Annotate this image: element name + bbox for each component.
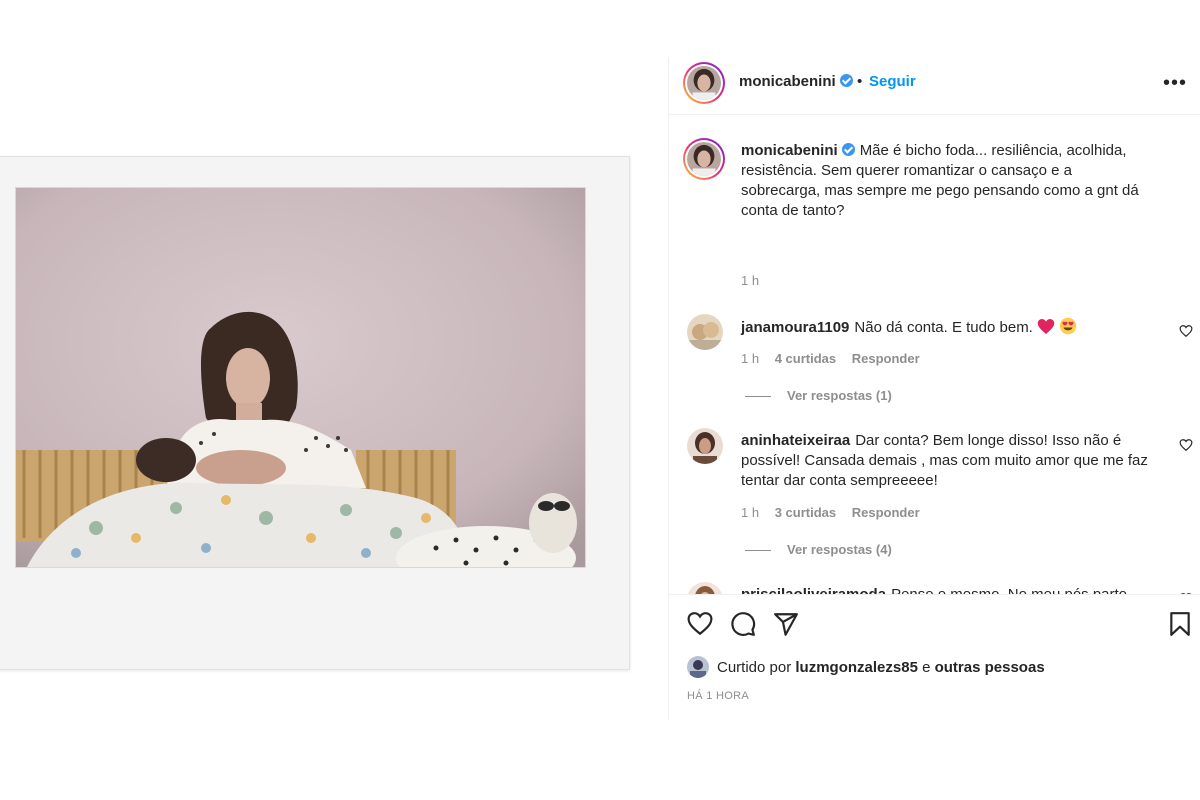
- more-icon[interactable]: •••: [1163, 73, 1187, 93]
- comment-time: 1 h: [741, 351, 760, 366]
- replies-line: [745, 550, 771, 552]
- comment-text: priscilaoliveiramodaPenso o mesmo. No me…: [741, 585, 1153, 594]
- follow-button[interactable]: Seguir: [869, 73, 916, 90]
- post-header: monicabenini • Seguir •••: [669, 57, 1200, 115]
- red-heart-emoji-icon: [1037, 319, 1055, 334]
- comment-body: Não dá conta. E tudo bem.: [854, 319, 1033, 336]
- reply-button[interactable]: Responder: [852, 505, 920, 520]
- post-panel: monicabenini • Seguir ••• monicabenini Mã…: [668, 57, 1200, 720]
- comment-username[interactable]: aninhateixeiraa: [741, 432, 850, 449]
- caption-text: monicabenini Mãe é bicho foda... resiliên…: [741, 141, 1153, 221]
- heart-eyes-emoji-icon: [1059, 317, 1077, 335]
- liked-by-avatar[interactable]: [687, 656, 709, 678]
- avatar-image-icon: [687, 142, 721, 176]
- liked-by-user[interactable]: luzmgonzalezs85: [795, 659, 918, 676]
- avatar-image-icon: [687, 656, 709, 678]
- comment-username[interactable]: priscilaoliveiramoda: [741, 586, 886, 594]
- caption-avatar[interactable]: [683, 138, 725, 180]
- verified-badge-icon: [839, 74, 853, 87]
- view-replies-label: Ver respostas (1): [787, 388, 892, 403]
- post-timestamp[interactable]: HÁ 1 HORA: [687, 690, 749, 702]
- view-replies-button[interactable]: Ver respostas (4): [745, 542, 892, 557]
- avatar-image-icon: [687, 582, 723, 594]
- heart-icon[interactable]: [687, 611, 713, 637]
- post-actions: Curtido por luzmgonzalezs85 e outras pes…: [669, 594, 1200, 720]
- comments-list[interactable]: monicabenini Mãe é bicho foda... resiliên…: [669, 116, 1200, 594]
- caption-meta: 1 h: [741, 273, 771, 288]
- post-media[interactable]: [0, 0, 668, 800]
- share-icon[interactable]: [773, 611, 799, 637]
- comment-likes[interactable]: 3 curtidas: [775, 505, 836, 520]
- comment-like-heart-icon[interactable]: [1179, 438, 1193, 452]
- polaroid-frame: [0, 156, 630, 670]
- view-replies-label: Ver respostas (4): [787, 542, 892, 557]
- avatar-image-icon: [687, 314, 723, 350]
- post-photo: [15, 187, 586, 568]
- comment-text: aninhateixeiraa Dar conta? Bem longe diss…: [741, 431, 1153, 491]
- author-username[interactable]: monicabenini: [739, 73, 853, 90]
- comment-avatar[interactable]: [687, 314, 723, 350]
- caption-time: 1 h: [741, 273, 760, 288]
- liked-by-others[interactable]: outras pessoas: [935, 659, 1045, 676]
- comment-meta: 1 h 3 curtidas Responder: [741, 505, 932, 520]
- comment-like-heart-icon[interactable]: [1179, 324, 1193, 338]
- author-avatar[interactable]: [683, 62, 725, 104]
- comment-icon[interactable]: [730, 611, 756, 637]
- bookmark-icon[interactable]: [1167, 611, 1193, 637]
- comment-text: janamoura1109 Não dá conta. E tudo bem.: [741, 317, 1153, 338]
- reply-button[interactable]: Responder: [852, 351, 920, 366]
- comment-avatar[interactable]: [687, 428, 723, 464]
- separator-dot: •: [857, 73, 863, 90]
- caption-username[interactable]: monicabenini: [741, 142, 855, 159]
- liked-by-row: Curtido por luzmgonzalezs85 e outras pes…: [687, 656, 1045, 678]
- comment-likes[interactable]: 4 curtidas: [775, 351, 836, 366]
- liked-by-prefix: Curtido por: [717, 658, 792, 676]
- avatar-image-icon: [687, 428, 723, 464]
- verified-badge-icon: [841, 143, 855, 156]
- comment-username[interactable]: janamoura1109: [741, 319, 849, 336]
- avatar-image-icon: [687, 66, 721, 100]
- comment-meta: 1 h 4 curtidas Responder: [741, 351, 932, 366]
- replies-line: [745, 396, 771, 398]
- view-replies-button[interactable]: Ver respostas (1): [745, 388, 892, 403]
- comment-time: 1 h: [741, 505, 760, 520]
- comment-avatar[interactable]: [687, 582, 723, 594]
- liked-by-conj: e: [922, 658, 931, 676]
